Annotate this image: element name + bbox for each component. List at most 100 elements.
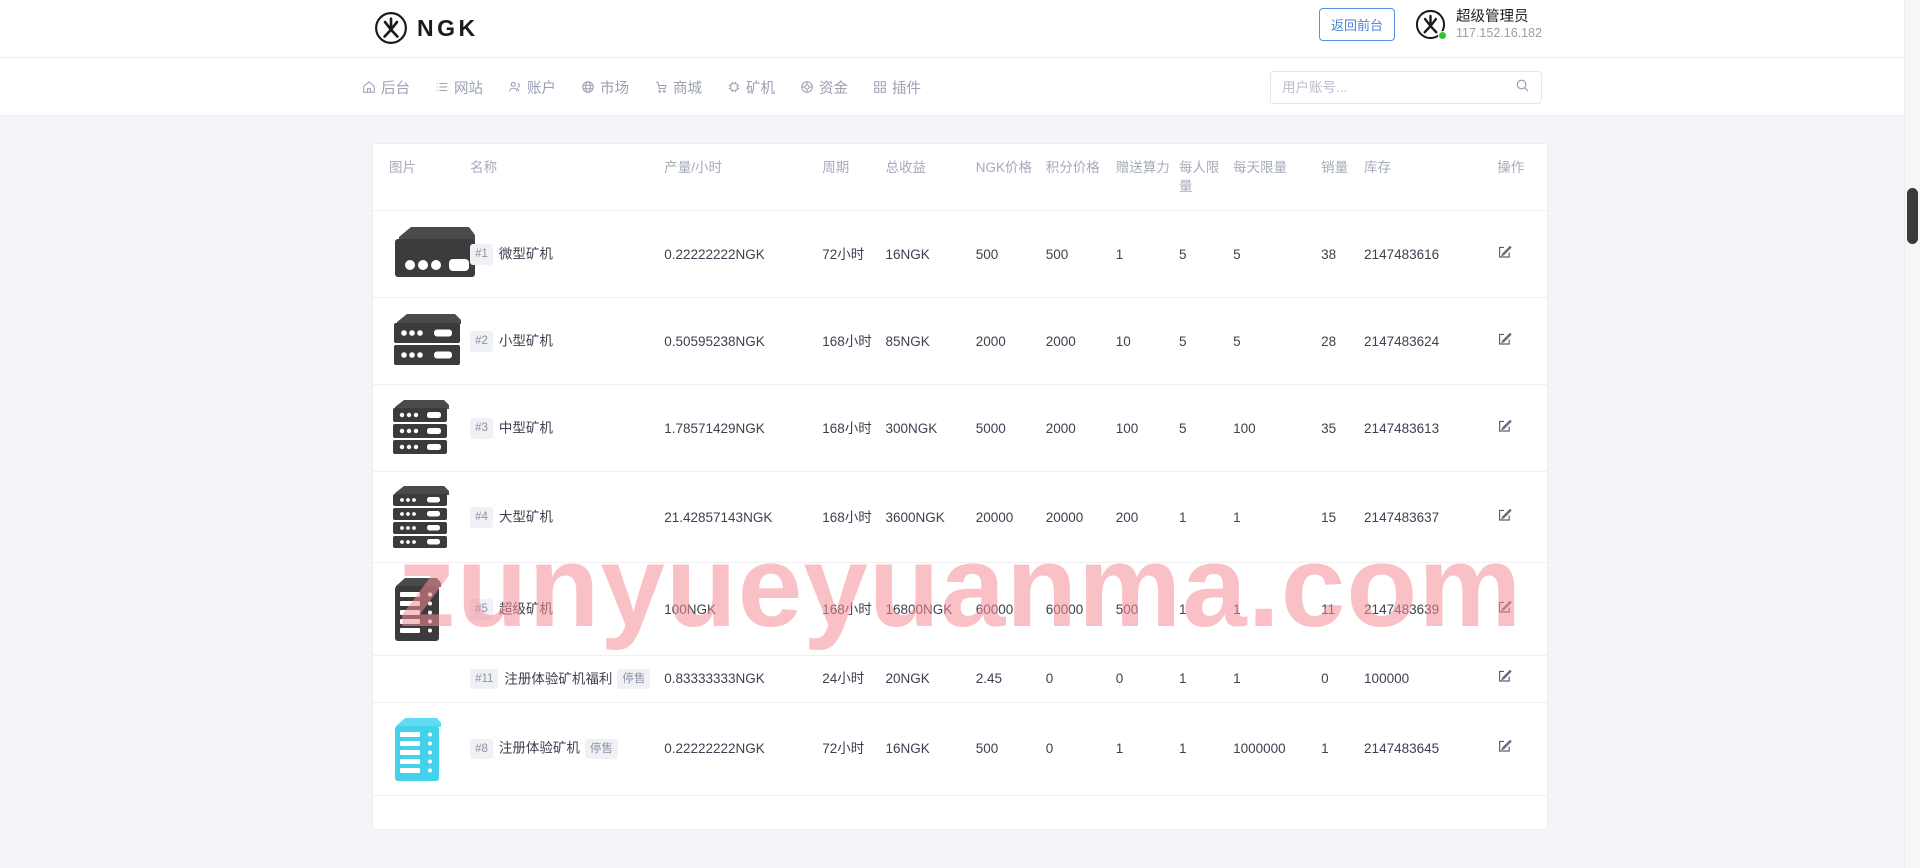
cell-ngk-price: 60000 [975,562,1046,656]
cell-stock: 100000 [1364,655,1498,703]
nav-label: 市场 [600,80,629,97]
col-day-limit: 每天限量 [1233,160,1288,175]
cell-point-price: 2000 [1045,384,1116,472]
nav-item-miner[interactable]: 矿机 [727,77,775,98]
card-footer [373,794,1547,829]
user-profile[interactable]: 超级管理员 117.152.16.182 [1415,8,1542,42]
edit-icon[interactable] [1497,668,1513,690]
row-id-badge: #2 [470,331,493,352]
col-image: 图片 [389,160,416,175]
nav-item-market[interactable]: 市场 [581,77,629,98]
return-front-button[interactable]: 返回前台 [1319,8,1396,42]
cell-cycle: 72小时 [822,210,886,298]
edit-icon[interactable] [1497,331,1513,353]
edit-icon[interactable] [1497,244,1513,266]
cell-day-limit: 5 [1233,210,1322,298]
cell-gift-power: 200 [1115,471,1179,563]
nav-item-plugins[interactable]: 插件 [873,77,921,98]
nav-label: 矿机 [746,80,775,97]
nav-label: 插件 [892,80,921,97]
nav-label: 商城 [673,80,702,97]
cell-point-price: 0 [1045,701,1116,795]
cell-action[interactable] [1497,297,1547,385]
search-input[interactable] [1282,80,1515,95]
cell-image [373,384,471,472]
cell-cycle: 24小时 [822,655,886,703]
cell-stock: 2147483624 [1364,297,1498,385]
nav-item-shop[interactable]: 商城 [654,77,702,98]
nav-item-website[interactable]: 网站 [435,77,483,98]
cell-cycle: 168小时 [822,297,886,385]
top-bar: NGK 返回前台 超级管理员 117.152.16.182 [0,0,1920,58]
ngk-logo-icon [374,11,408,45]
table-row: #5 超级矿机 100NGK 168小时 16800NGK 60000 60000 500 1 1… [373,562,1547,656]
col-ngk-price: NGK价格 [975,160,1033,175]
nav-bar: 后台 网站 账户 市场 商城 矿机 资金 插件 用户账号... [0,58,1920,116]
page-scrollbar[interactable] [1904,0,1920,868]
stopped-badge: 停售 [617,668,651,690]
page-root: NGK 返回前台 超级管理员 117.152.16.182 后台 网站 账户 市… [0,0,1920,868]
cell-day-limit: 100 [1233,384,1322,472]
edit-icon[interactable] [1497,507,1513,529]
cell-image [373,701,471,795]
search-icon[interactable] [1515,78,1530,98]
cell-name: #1 微型矿机 [470,210,665,298]
nav-item-account[interactable]: 账户 [508,77,556,98]
cell-action[interactable] [1497,701,1547,795]
edit-icon[interactable] [1497,418,1513,440]
edit-icon[interactable] [1497,738,1513,760]
row-name: 注册体验矿机 [498,741,580,757]
cell-action[interactable] [1497,471,1547,563]
content-area: 图片 名称 产量/小时 周期 总收益 NGK价格 积分价格 赠送算力 每人限量 … [0,116,1920,830]
cell-revenue: 300NGK [885,384,976,472]
brand-name: NGK [417,14,479,41]
miners-table: 图片 名称 产量/小时 周期 总收益 NGK价格 积分价格 赠送算力 每人限量 … [373,144,1547,795]
cell-gift-power: 100 [1115,384,1179,472]
avatar [1415,9,1448,41]
cell-per-limit: 5 [1178,384,1234,472]
cell-per-limit: 1 [1178,701,1234,795]
grid-icon [873,80,887,94]
cell-revenue: 85NGK [885,297,976,385]
nav-list: 后台 网站 账户 市场 商城 矿机 资金 插件 [362,58,921,116]
cell-action[interactable] [1497,384,1547,472]
cell-image [373,655,471,703]
cell-action[interactable] [1497,562,1547,656]
row-name: 中型矿机 [498,420,553,436]
cell-point-price: 0 [1045,655,1116,703]
nav-item-funds[interactable]: 资金 [800,77,848,98]
search-box[interactable] [1270,71,1542,104]
row-id-badge: #8 [470,738,493,760]
table-row: #11 注册体验矿机福利 停售 0.83333333NGK 24小时 20NGK 2.45 0… [373,655,1547,703]
col-point-price: 积分价格 [1045,160,1100,175]
cell-output: 1.78571429NGK [664,384,823,472]
cell-ngk-price: 500 [975,210,1046,298]
cell-action[interactable] [1497,655,1547,703]
cell-sold: 38 [1321,210,1365,298]
cell-day-limit: 1000000 [1233,701,1322,795]
col-output: 产量/小时 [664,160,722,175]
table-row: #2 小型矿机 0.50595238NGK 168小时 85NGK 2000 2000 10 5… [373,297,1547,385]
scrollbar-thumb[interactable] [1907,188,1918,244]
table-row: #3 中型矿机 1.78571429NGK 168小时 300NGK 5000 2000 10… [373,384,1547,472]
cell-cycle: 168小时 [822,384,886,472]
cart-icon [654,80,668,94]
row-name: 注册体验矿机福利 [504,671,613,687]
cell-revenue: 3600NGK [885,471,976,563]
cell-image [373,471,471,563]
cell-action[interactable] [1497,210,1547,298]
brand[interactable]: NGK [374,11,479,45]
nav-label: 账户 [527,80,556,97]
row-name: 超级矿机 [498,601,553,617]
cell-revenue: 16NGK [885,701,976,795]
cell-output: 21.42857143NGK [664,471,823,563]
edit-icon[interactable] [1497,599,1513,621]
cell-ngk-price: 20000 [975,471,1046,563]
cell-cycle: 72小时 [822,701,886,795]
cell-stock: 2147483645 [1364,701,1498,795]
cell-sold: 11 [1321,562,1365,656]
table-head: 图片 名称 产量/小时 周期 总收益 NGK价格 积分价格 赠送算力 每人限量 … [373,144,1547,211]
col-revenue: 总收益 [885,160,926,175]
nav-item-backend[interactable]: 后台 [362,77,410,98]
cell-ngk-price: 2.45 [975,655,1046,703]
